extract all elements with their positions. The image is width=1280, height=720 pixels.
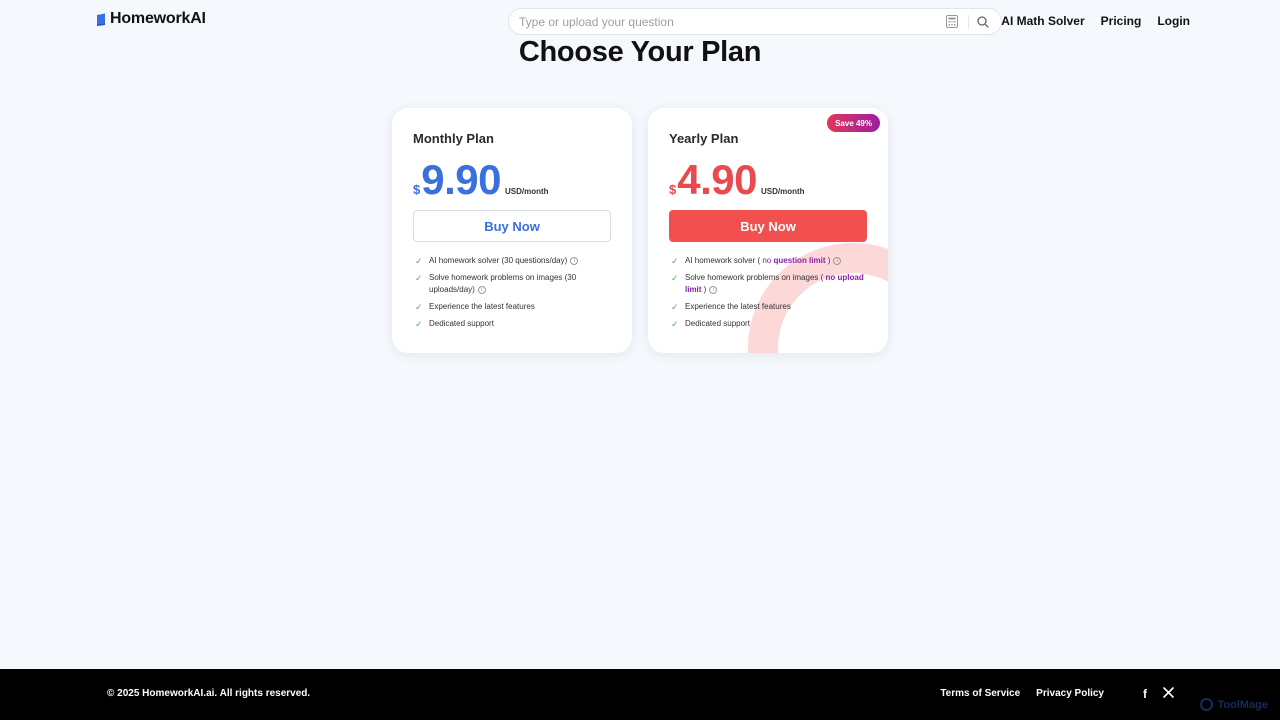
price-amount: 4.90 bbox=[677, 156, 757, 203]
plan-name: Monthly Plan bbox=[413, 131, 494, 146]
nav-pricing[interactable]: Pricing bbox=[1101, 14, 1142, 28]
search-divider bbox=[968, 14, 969, 29]
check-icon: ✓ bbox=[415, 319, 423, 329]
price: $ 4.90 USD/month bbox=[669, 158, 805, 202]
nav-login[interactable]: Login bbox=[1157, 14, 1190, 28]
feature-item: ✓ Experience the latest features bbox=[671, 301, 871, 313]
price: $ 9.90 USD/month bbox=[413, 158, 549, 202]
check-icon: ✓ bbox=[415, 302, 423, 312]
currency-symbol: $ bbox=[413, 182, 421, 197]
logo[interactable]: HomeworkAI bbox=[95, 10, 206, 28]
feature-text: Dedicated support bbox=[429, 319, 494, 328]
check-icon: ✓ bbox=[671, 273, 679, 283]
copyright-text: © 2025 HomeworkAI.ai. All rights reserve… bbox=[107, 688, 311, 699]
feature-text: Solve homework problems on images (30 up… bbox=[429, 273, 577, 294]
logo-text: HomeworkAI bbox=[110, 10, 206, 27]
info-icon[interactable]: i bbox=[477, 285, 486, 294]
check-icon: ✓ bbox=[671, 256, 679, 266]
price-unit: USD/month bbox=[504, 187, 549, 196]
x-icon[interactable] bbox=[1163, 687, 1174, 701]
price-amount: 9.90 bbox=[421, 156, 501, 203]
feature-item: ✓ AI homework solver ( no question limit… bbox=[671, 255, 871, 267]
feature-item: ✓ AI homework solver (30 questions/day) i bbox=[415, 255, 615, 267]
feature-item: ✓ Solve homework problems on images ( no… bbox=[671, 272, 871, 296]
feature-list: ✓ AI homework solver ( no question limit… bbox=[671, 255, 871, 335]
feature-item: ✓ Dedicated support bbox=[415, 318, 615, 330]
social-links: f bbox=[1143, 687, 1174, 701]
footer: © 2025 HomeworkAI.ai. All rights reserve… bbox=[0, 669, 1280, 720]
feature-text: Experience the latest features bbox=[685, 302, 791, 311]
nav-ai-math-solver[interactable]: AI Math Solver bbox=[1001, 14, 1084, 28]
top-nav: AI Math Solver Pricing Login bbox=[1001, 14, 1190, 28]
feature-text: Solve homework problems on images ( bbox=[685, 273, 826, 282]
facebook-icon[interactable]: f bbox=[1143, 687, 1147, 701]
feature-item: ✓ Experience the latest features bbox=[415, 301, 615, 313]
feature-highlight: question limit bbox=[773, 256, 826, 265]
privacy-policy-link[interactable]: Privacy Policy bbox=[1036, 688, 1104, 699]
info-icon[interactable]: i bbox=[833, 256, 842, 265]
feature-text: ) bbox=[825, 256, 831, 265]
feature-text: Experience the latest features bbox=[429, 302, 535, 311]
feature-highlight: no bbox=[762, 256, 772, 265]
footer-links: Terms of Service Privacy Policy bbox=[940, 688, 1104, 699]
feature-item: ✓ Dedicated support bbox=[671, 318, 871, 330]
check-icon: ✓ bbox=[415, 256, 423, 266]
search-input[interactable] bbox=[519, 14, 946, 29]
feature-text: AI homework solver ( bbox=[685, 256, 763, 265]
page-title: Choose Your Plan bbox=[518, 36, 762, 68]
buy-now-monthly-button[interactable]: Buy Now bbox=[413, 210, 611, 242]
plan-name: Yearly Plan bbox=[669, 131, 739, 146]
feature-list: ✓ AI homework solver (30 questions/day) i… bbox=[415, 255, 615, 335]
feature-text: Dedicated support bbox=[685, 319, 750, 328]
watermark: ToolMage bbox=[1200, 698, 1268, 711]
search-bar bbox=[508, 8, 1002, 35]
terms-of-service-link[interactable]: Terms of Service bbox=[940, 688, 1020, 699]
info-icon[interactable]: i bbox=[570, 256, 579, 265]
price-unit: USD/month bbox=[760, 187, 805, 196]
watermark-text: ToolMage bbox=[1217, 698, 1268, 711]
save-badge: Save 49% bbox=[827, 114, 880, 132]
yearly-plan-card: Save 49% Yearly Plan $ 4.90 USD/month Bu… bbox=[648, 108, 888, 353]
calculator-icon[interactable] bbox=[946, 15, 960, 29]
check-icon: ✓ bbox=[671, 319, 679, 329]
check-icon: ✓ bbox=[415, 273, 423, 283]
feature-item: ✓ Solve homework problems on images (30 … bbox=[415, 272, 615, 296]
feature-text: AI homework solver (30 questions/day) bbox=[429, 256, 568, 265]
feature-text: ) bbox=[701, 285, 707, 294]
buy-now-yearly-button[interactable]: Buy Now bbox=[669, 210, 867, 242]
info-icon[interactable]: i bbox=[709, 285, 718, 294]
logo-book-icon bbox=[95, 13, 107, 26]
search-icon[interactable] bbox=[977, 15, 991, 29]
monthly-plan-card: Monthly Plan $ 9.90 USD/month Buy Now ✓ … bbox=[392, 108, 632, 353]
watermark-logo-icon bbox=[1200, 698, 1214, 711]
check-icon: ✓ bbox=[671, 302, 679, 312]
currency-symbol: $ bbox=[669, 182, 677, 197]
